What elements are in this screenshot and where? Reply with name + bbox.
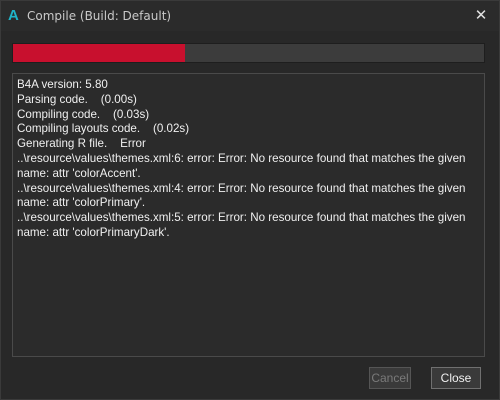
log-line: Compiling code. (0.03s) bbox=[17, 107, 150, 121]
log-line: Compiling layouts code. (0.02s) bbox=[17, 122, 190, 136]
cancel-button[interactable]: Cancel bbox=[369, 367, 411, 389]
log-line: Parsing code. (0.00s) bbox=[17, 92, 137, 106]
progress-bar bbox=[12, 43, 485, 63]
log-line: ..\resource\values\themes.xml:5: error: … bbox=[17, 211, 469, 239]
close-button[interactable]: Close bbox=[431, 367, 481, 389]
log-line: B4A version: 5.80 bbox=[17, 78, 108, 91]
compile-dialog: A Compile (Build: Default) ✕ B4A version… bbox=[0, 0, 500, 400]
log-line: Generating R file. Error bbox=[17, 137, 146, 151]
b4a-logo-icon: A bbox=[8, 7, 19, 24]
close-icon[interactable]: ✕ bbox=[471, 5, 491, 25]
window-title: Compile (Build: Default) bbox=[27, 9, 172, 23]
compile-log[interactable]: B4A version: 5.80 Parsing code. (0.00s) … bbox=[12, 73, 485, 357]
progress-fill bbox=[13, 44, 185, 62]
title-bar: A Compile (Build: Default) ✕ bbox=[1, 1, 499, 31]
log-line: ..\resource\values\themes.xml:4: error: … bbox=[17, 181, 469, 210]
log-line: ..\resource\values\themes.xml:6: error: … bbox=[17, 151, 469, 180]
